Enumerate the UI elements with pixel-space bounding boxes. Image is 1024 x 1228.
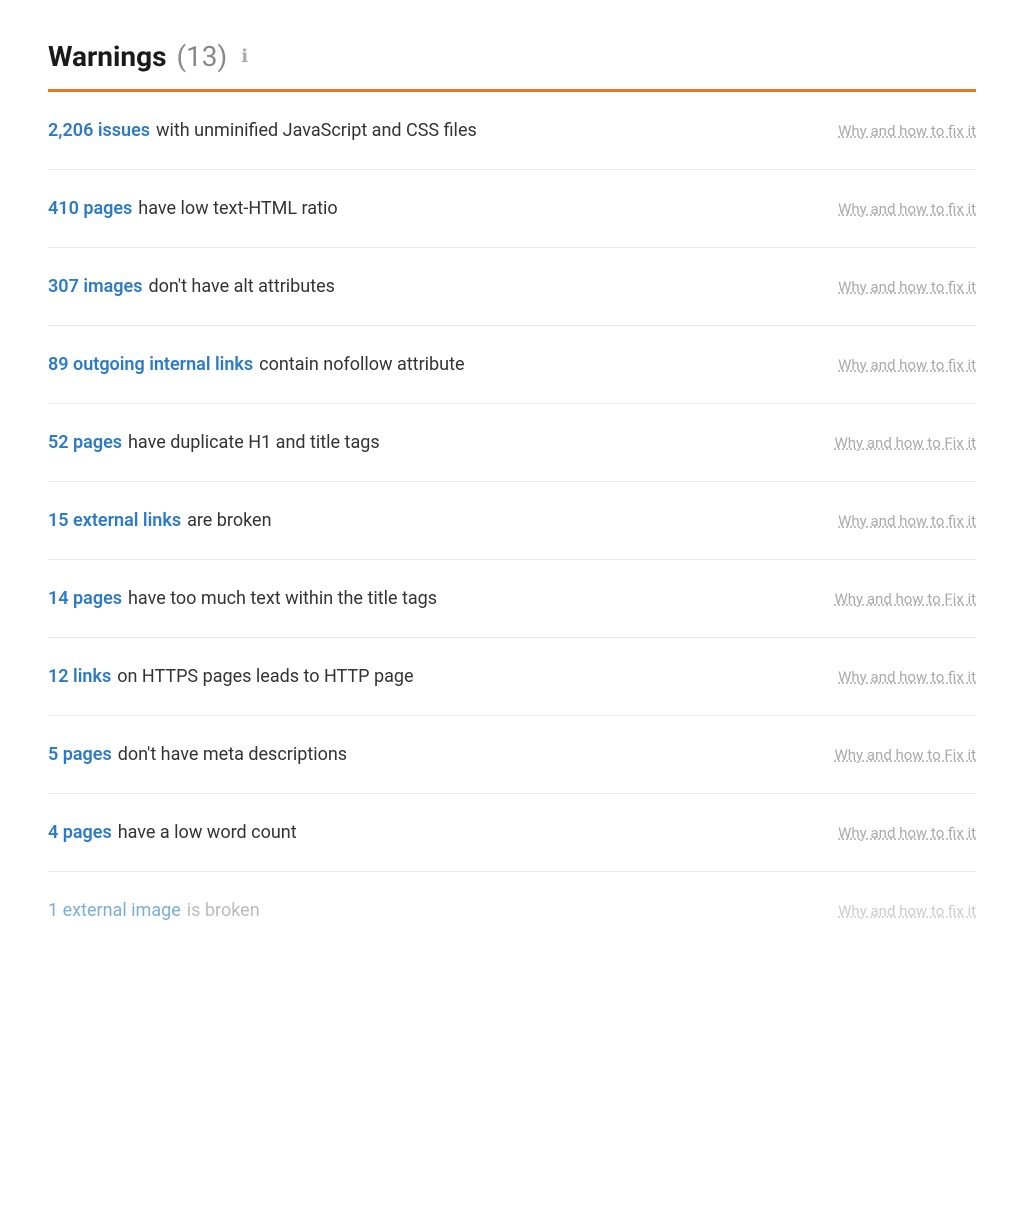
fix-link[interactable]: Why and how to fix it — [838, 824, 976, 842]
warning-item: 410 pages have low text-HTML ratio Why an… — [48, 170, 976, 248]
warning-item: 14 pages have too much text within the t… — [48, 560, 976, 638]
warning-item: 4 pages have a low word count Why and how… — [48, 794, 976, 872]
warning-item: 12 links on HTTPS pages leads to HTTP pa… — [48, 638, 976, 716]
warning-text: 410 pages have low text-HTML ratio — [48, 198, 822, 219]
fix-link[interactable]: Why and how to fix it — [838, 122, 976, 140]
fix-link[interactable]: Why and how to fix it — [838, 902, 976, 920]
warning-count-link[interactable]: 5 pages — [48, 744, 112, 765]
warning-description: on HTTPS pages leads to HTTP page — [117, 666, 413, 687]
warning-count: (13) — [176, 40, 227, 73]
warning-text: 89 outgoing internal links contain nofol… — [48, 354, 822, 375]
warning-description: don't have alt attributes — [148, 276, 334, 297]
warning-count-link[interactable]: 307 images — [48, 276, 142, 297]
fix-link[interactable]: Why and how to fix it — [838, 200, 976, 218]
fix-link[interactable]: Why and how to fix it — [838, 512, 976, 530]
warning-description: don't have meta descriptions — [118, 744, 347, 765]
warning-count-link[interactable]: 410 pages — [48, 198, 132, 219]
warning-text: 5 pages don't have meta descriptions — [48, 744, 818, 765]
warning-text: 12 links on HTTPS pages leads to HTTP pa… — [48, 666, 822, 687]
warning-item: 5 pages don't have meta descriptions Why … — [48, 716, 976, 794]
warning-description: is broken — [187, 900, 260, 921]
info-icon[interactable]: ℹ — [241, 46, 248, 67]
warnings-list: 2,206 issues with unminified JavaScript … — [48, 92, 976, 949]
warning-description: are broken — [187, 510, 271, 531]
warning-count-link[interactable]: 14 pages — [48, 588, 122, 609]
warning-description: have too much text within the title tags — [128, 588, 437, 609]
warning-description: with unminified JavaScript and CSS files — [156, 120, 477, 141]
warning-count-link[interactable]: 1 external image — [48, 900, 181, 921]
warning-count-link[interactable]: 89 outgoing internal links — [48, 354, 253, 375]
warning-item: 89 outgoing internal links contain nofol… — [48, 326, 976, 404]
fix-link[interactable]: Why and how to Fix it — [834, 590, 976, 608]
warning-count-link[interactable]: 2,206 issues — [48, 120, 150, 141]
warning-text: 4 pages have a low word count — [48, 822, 822, 843]
warning-text: 15 external links are broken — [48, 510, 822, 531]
warning-count-link[interactable]: 4 pages — [48, 822, 112, 843]
warning-description: have a low word count — [118, 822, 297, 843]
warning-count-link[interactable]: 52 pages — [48, 432, 122, 453]
section-title: Warnings — [48, 40, 166, 73]
warning-text: 1 external image is broken — [48, 900, 822, 921]
fix-link[interactable]: Why and how to Fix it — [834, 434, 976, 452]
section-header: Warnings (13) ℹ — [48, 40, 976, 73]
warning-item: 15 external links are broken Why and how … — [48, 482, 976, 560]
fix-link[interactable]: Why and how to fix it — [838, 356, 976, 374]
warning-item: 1 external image is broken Why and how to… — [48, 872, 976, 949]
warning-item: 52 pages have duplicate H1 and title tag… — [48, 404, 976, 482]
fix-link[interactable]: Why and how to fix it — [838, 668, 976, 686]
warning-description: have duplicate H1 and title tags — [128, 432, 380, 453]
fix-link[interactable]: Why and how to Fix it — [834, 746, 976, 764]
warning-description: contain nofollow attribute — [259, 354, 464, 375]
warning-text: 14 pages have too much text within the t… — [48, 588, 818, 609]
warning-item: 307 images don't have alt attributes Why … — [48, 248, 976, 326]
main-container: Warnings (13) ℹ 2,206 issues with unmini… — [0, 0, 1024, 989]
warning-text: 307 images don't have alt attributes — [48, 276, 822, 297]
warning-description: have low text-HTML ratio — [138, 198, 337, 219]
warning-count-link[interactable]: 15 external links — [48, 510, 181, 531]
warning-text: 2,206 issues with unminified JavaScript … — [48, 120, 822, 141]
warning-text: 52 pages have duplicate H1 and title tag… — [48, 432, 818, 453]
fix-link[interactable]: Why and how to fix it — [838, 278, 976, 296]
warning-item: 2,206 issues with unminified JavaScript … — [48, 92, 976, 170]
warning-count-link[interactable]: 12 links — [48, 666, 111, 687]
